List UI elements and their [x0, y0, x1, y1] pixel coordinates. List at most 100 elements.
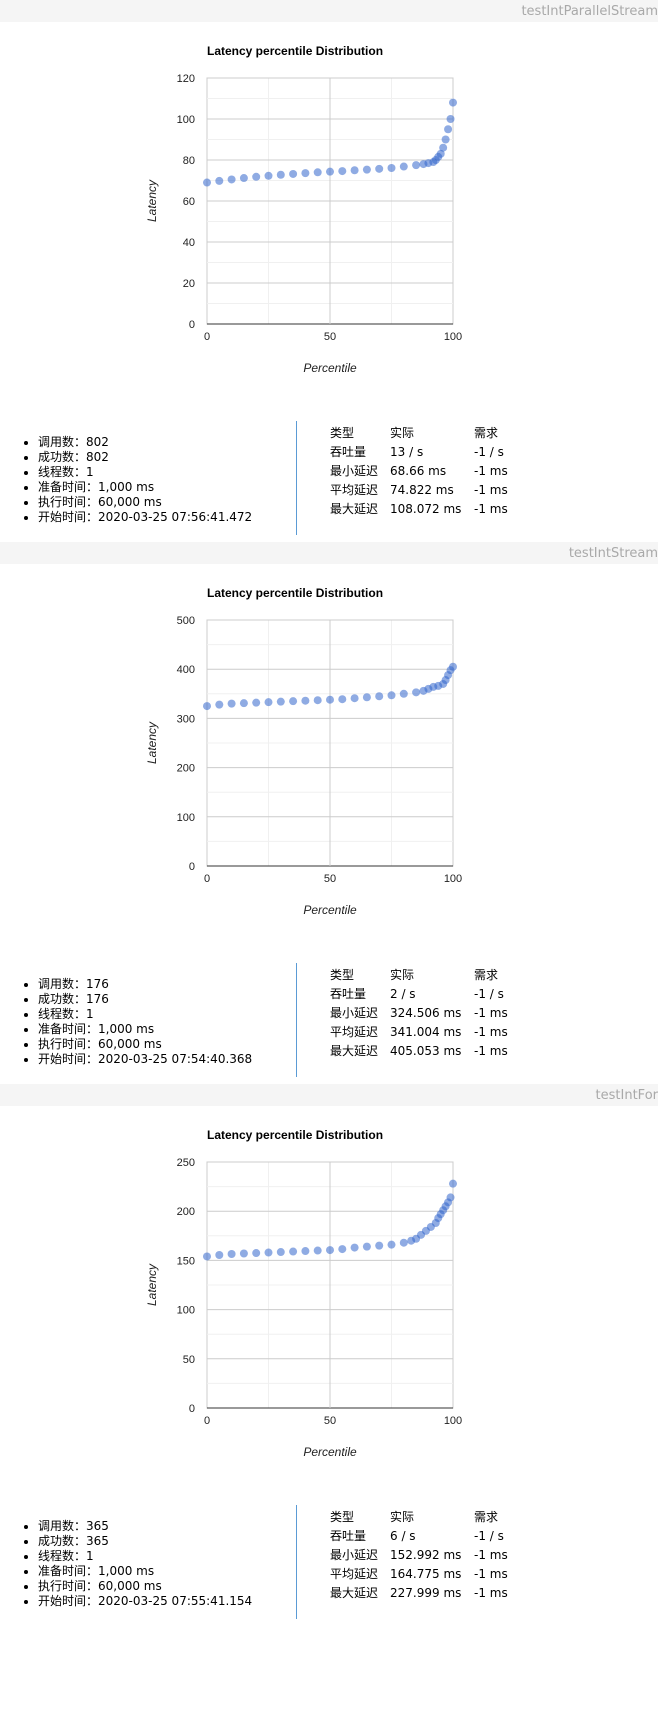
table-header-cell: 实际 [390, 968, 415, 982]
stat-item: 成功数：176 [38, 992, 252, 1007]
table-row: 最小延迟 152.992 ms -1 ms [330, 1545, 534, 1564]
chart-svg: 0 100 200 300 400 500 0 50 100 Latency percentile… [145, 586, 462, 917]
table-cell: 吞吐量 [330, 1529, 367, 1543]
x-tick-label: 0 [204, 1415, 210, 1427]
data-point [276, 1248, 285, 1257]
y-tick-label: 500 [177, 615, 195, 627]
table-row: 最大延迟 227.999 ms -1 ms [330, 1583, 534, 1602]
stat-item: 线程数：1 [38, 1549, 252, 1564]
chart-title: Latency percentile Distribution [207, 1128, 383, 1142]
stat-item: 开始时间：2020-03-25 07:55:41.154 [38, 1594, 252, 1609]
table-cell: 324.506 ms [390, 1005, 462, 1020]
table-cell: 108.072 ms [390, 501, 462, 516]
data-point [387, 163, 396, 172]
data-point [289, 1247, 298, 1256]
data-point [338, 167, 347, 176]
stats-list: 调用数：365成功数：365线程数：1准备时间：1,000 ms执行时间：60,… [24, 1519, 252, 1609]
y-tick-label: 300 [177, 713, 195, 725]
x-axis-label: Percentile [303, 903, 357, 917]
table-cell: -1 ms [474, 1043, 508, 1058]
stats-list: 调用数：802成功数：802线程数：1准备时间：1,000 ms执行时间：60,… [24, 435, 252, 525]
table-row: 吞吐量 13 / s -1 / s [330, 442, 534, 461]
table-row: 平均延迟 341.004 ms -1 ms [330, 1022, 534, 1041]
table-cell: 平均延迟 [330, 1567, 379, 1581]
y-tick-label: 100 [177, 1305, 195, 1317]
chart-svg: 0 50 100 150 200 250 0 50 100 Latency percentile … [145, 1128, 462, 1459]
y-tick-label: 0 [189, 861, 195, 873]
data-point [264, 1248, 273, 1257]
table-cell: 最小延迟 [330, 1006, 379, 1020]
data-point [326, 167, 334, 176]
data-point [215, 1250, 224, 1259]
data-point [412, 688, 421, 697]
data-point [441, 135, 450, 144]
stat-item: 准备时间：1,000 ms [38, 1022, 252, 1037]
requirement-table: 类型 实际 需求 吞吐量 13 / s -1 / s 最小延迟 68.66 ms -1 ms 平均… [330, 423, 534, 518]
data-point [264, 171, 273, 180]
data-point [289, 169, 298, 178]
table-header-row: 类型 实际 需求 [330, 1507, 534, 1526]
stat-item: 成功数：802 [38, 450, 252, 465]
y-tick-label: 0 [189, 319, 195, 331]
stat-item: 调用数：365 [38, 1519, 252, 1534]
y-tick-label: 120 [177, 73, 195, 85]
data-point [313, 168, 322, 177]
table-cell: -1 ms [474, 1566, 508, 1581]
data-point [399, 1238, 408, 1247]
data-point [375, 692, 384, 701]
stat-item: 线程数：1 [38, 1007, 252, 1022]
data-point [289, 697, 298, 706]
chart-title: Latency percentile Distribution [207, 44, 383, 58]
table-cell: 405.053 ms [390, 1043, 462, 1058]
table-cell: 13 / s [390, 444, 424, 459]
stat-item: 开始时间：2020-03-25 07:56:41.472 [38, 510, 252, 525]
data-point [313, 1246, 322, 1255]
table-cell: -1 / s [474, 1528, 504, 1543]
data-point [362, 1242, 371, 1251]
data-point [301, 169, 310, 178]
x-tick-label: 50 [324, 1415, 336, 1427]
data-point [326, 695, 334, 704]
table-cell: -1 ms [474, 482, 508, 497]
y-tick-label: 150 [177, 1255, 195, 1267]
x-axis-label: Percentile [303, 1445, 357, 1459]
section-header: testIntStream [0, 542, 658, 564]
table-cell: 152.992 ms [390, 1547, 462, 1562]
data-point [313, 696, 322, 705]
result-section: testIntFor 0 50 100 150 200 250 0 50 100 Latency p… [0, 1084, 658, 1624]
data-point [444, 125, 453, 134]
table-cell: -1 ms [474, 501, 508, 516]
table-header-cell: 类型 [330, 968, 355, 982]
x-tick-label: 100 [444, 873, 462, 885]
table-cell: -1 ms [474, 1024, 508, 1039]
x-tick-label: 100 [444, 1415, 462, 1427]
data-point [276, 170, 285, 179]
table-cell: 最小延迟 [330, 1548, 379, 1562]
table-header-cell: 类型 [330, 426, 355, 440]
table-cell: 68.66 ms [390, 463, 447, 478]
data-point [252, 698, 261, 707]
data-point [439, 143, 448, 152]
table-cell: -1 ms [474, 1547, 508, 1562]
table-cell: 平均延迟 [330, 1025, 379, 1039]
table-cell: 最大延迟 [330, 502, 379, 516]
y-tick-label: 50 [183, 1354, 195, 1366]
table-header-cell: 类型 [330, 1510, 355, 1524]
y-axis-label: Latency [145, 721, 159, 764]
table-header-cell: 实际 [390, 426, 415, 440]
section-header: testIntParallelStream [0, 0, 658, 22]
data-point [227, 175, 236, 184]
y-tick-label: 80 [183, 155, 195, 167]
table-row: 平均延迟 164.775 ms -1 ms [330, 1564, 534, 1583]
data-point [350, 694, 359, 703]
table-header-cell: 需求 [474, 968, 499, 982]
y-axis-label: Latency [145, 179, 159, 222]
y-tick-label: 40 [183, 237, 195, 249]
data-point [326, 1246, 334, 1255]
stat-item: 线程数：1 [38, 465, 252, 480]
divider [296, 963, 297, 1077]
data-point [387, 691, 396, 700]
section-title: testIntFor [595, 1088, 658, 1103]
stat-item: 开始时间：2020-03-25 07:54:40.368 [38, 1052, 252, 1067]
data-point [203, 178, 211, 187]
